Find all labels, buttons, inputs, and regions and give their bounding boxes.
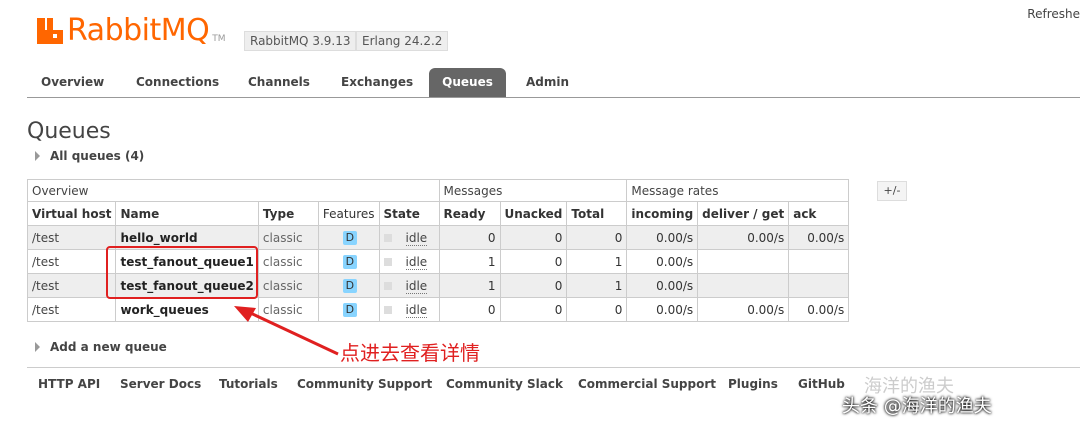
rabbit-logo-icon — [37, 18, 63, 44]
annotation-arrow-icon — [234, 306, 339, 356]
cell-ack: 0.00/s — [788, 225, 850, 250]
col-total[interactable]: Total — [566, 201, 628, 226]
group-overview: Overview — [27, 179, 440, 202]
expand-triangle-icon — [35, 151, 40, 161]
footer-link-tutorials[interactable]: Tutorials — [219, 377, 278, 391]
cell-state: idle — [378, 225, 440, 250]
table-row: /test work_queues classic D idle 0 0 0 0… — [26, 297, 850, 322]
page-title: Queues — [27, 119, 111, 144]
cell-total: 0 — [566, 297, 628, 322]
durable-badge: D — [342, 279, 357, 293]
cell-total: 0 — [566, 225, 628, 250]
footer-link-community-support[interactable]: Community Support — [297, 377, 432, 391]
cell-state: idle — [378, 249, 440, 274]
rabbitmq-logo[interactable]: RabbitMQ TM — [37, 14, 226, 48]
cell-vhost: /test — [26, 225, 117, 250]
watermark-caption: 头条 @海洋的渔夫 — [842, 396, 992, 417]
state-indicator-icon — [383, 258, 392, 266]
cell-incoming: 0.00/s — [626, 273, 699, 298]
cell-type: classic — [257, 249, 319, 274]
cell-features: D — [317, 273, 380, 298]
cell-unacked: 0 — [499, 225, 568, 250]
col-unacked[interactable]: Unacked — [499, 201, 568, 226]
state-indicator-icon — [383, 306, 392, 314]
state-label: idle — [405, 302, 428, 318]
cell-total: 1 — [566, 249, 628, 274]
cell-deliver-get: 0.00/s — [697, 297, 790, 322]
annotation-text: 点进去查看详情 — [340, 341, 480, 365]
cell-features: D — [317, 249, 380, 274]
cell-ack — [788, 249, 850, 274]
cell-ready: 0 — [438, 297, 501, 322]
durable-badge: D — [342, 303, 357, 317]
col-features: Features — [317, 201, 380, 226]
cell-deliver-get: 0.00/s — [697, 225, 790, 250]
cell-unacked: 0 — [499, 249, 568, 274]
state-indicator-icon — [383, 282, 392, 290]
footer-link-github[interactable]: GitHub — [798, 377, 845, 391]
cell-total: 1 — [566, 273, 628, 298]
state-label: idle — [405, 254, 428, 270]
tab-queues[interactable]: Queues — [429, 68, 506, 97]
add-queue-toggle[interactable]: Add a new queue — [27, 340, 167, 354]
tab-overview[interactable]: Overview — [41, 68, 104, 97]
logo-text: RabbitMQ — [67, 13, 210, 48]
erlang-version-badge: Erlang 24.2.2 — [356, 31, 449, 51]
rabbitmq-version-badge: RabbitMQ 3.9.13 — [244, 31, 357, 51]
footer-link-community-slack[interactable]: Community Slack — [446, 377, 563, 391]
cell-type: classic — [257, 273, 319, 298]
cell-unacked: 0 — [499, 297, 568, 322]
cell-deliver-get — [697, 273, 790, 298]
cell-vhost: /test — [26, 297, 117, 322]
state-label: idle — [405, 278, 428, 294]
cell-type: classic — [257, 225, 319, 250]
column-toggle-button[interactable]: +/- — [877, 181, 907, 201]
col-state[interactable]: State — [378, 201, 440, 226]
cell-incoming: 0.00/s — [626, 225, 699, 250]
cell-state: idle — [378, 297, 440, 322]
refresh-control[interactable]: Refreshe — [1027, 7, 1080, 21]
durable-badge: D — [342, 255, 357, 269]
footer-link-commercial-support[interactable]: Commercial Support — [578, 377, 716, 391]
footer-link-plugins[interactable]: Plugins — [728, 377, 778, 391]
group-message-rates: Message rates — [626, 179, 850, 202]
col-ready[interactable]: Ready — [438, 201, 501, 226]
cell-deliver-get — [697, 249, 790, 274]
group-messages: Messages — [438, 179, 628, 202]
state-indicator-icon — [383, 234, 392, 242]
tab-connections[interactable]: Connections — [136, 68, 219, 97]
all-queues-toggle[interactable]: All queues (4) — [27, 149, 144, 163]
all-queues-label: All queues (4) — [50, 149, 145, 163]
col-virtual-host[interactable]: Virtual host — [26, 201, 117, 226]
add-queue-label: Add a new queue — [50, 340, 167, 354]
col-type[interactable]: Type — [257, 201, 319, 226]
state-label: idle — [405, 230, 428, 246]
cell-state: idle — [378, 273, 440, 298]
cell-vhost: /test — [26, 249, 117, 274]
cell-incoming: 0.00/s — [626, 297, 699, 322]
cell-features: D — [317, 225, 380, 250]
main-nav-tabs: Overview Connections Channels Exchanges … — [27, 68, 1080, 98]
tab-admin[interactable]: Admin — [526, 68, 569, 97]
logo-tm: TM — [212, 34, 226, 44]
footer-link-http-api[interactable]: HTTP API — [38, 377, 100, 391]
footer-link-server-docs[interactable]: Server Docs — [120, 377, 201, 391]
cell-ack — [788, 273, 850, 298]
tab-channels[interactable]: Channels — [248, 68, 310, 97]
cell-unacked: 0 — [499, 273, 568, 298]
cell-vhost: /test — [26, 273, 117, 298]
expand-triangle-icon — [35, 342, 40, 352]
highlight-box — [106, 246, 258, 299]
col-deliver-get[interactable]: deliver / get — [697, 201, 790, 226]
col-ack[interactable]: ack — [788, 201, 850, 226]
cell-ack: 0.00/s — [788, 297, 850, 322]
tab-exchanges[interactable]: Exchanges — [341, 68, 413, 97]
durable-badge: D — [342, 231, 357, 245]
cell-ready: 1 — [438, 273, 501, 298]
cell-ready: 0 — [438, 225, 501, 250]
cell-incoming: 0.00/s — [626, 249, 699, 274]
col-name[interactable]: Name — [115, 201, 259, 226]
cell-ready: 1 — [438, 249, 501, 274]
col-incoming[interactable]: incoming — [626, 201, 699, 226]
